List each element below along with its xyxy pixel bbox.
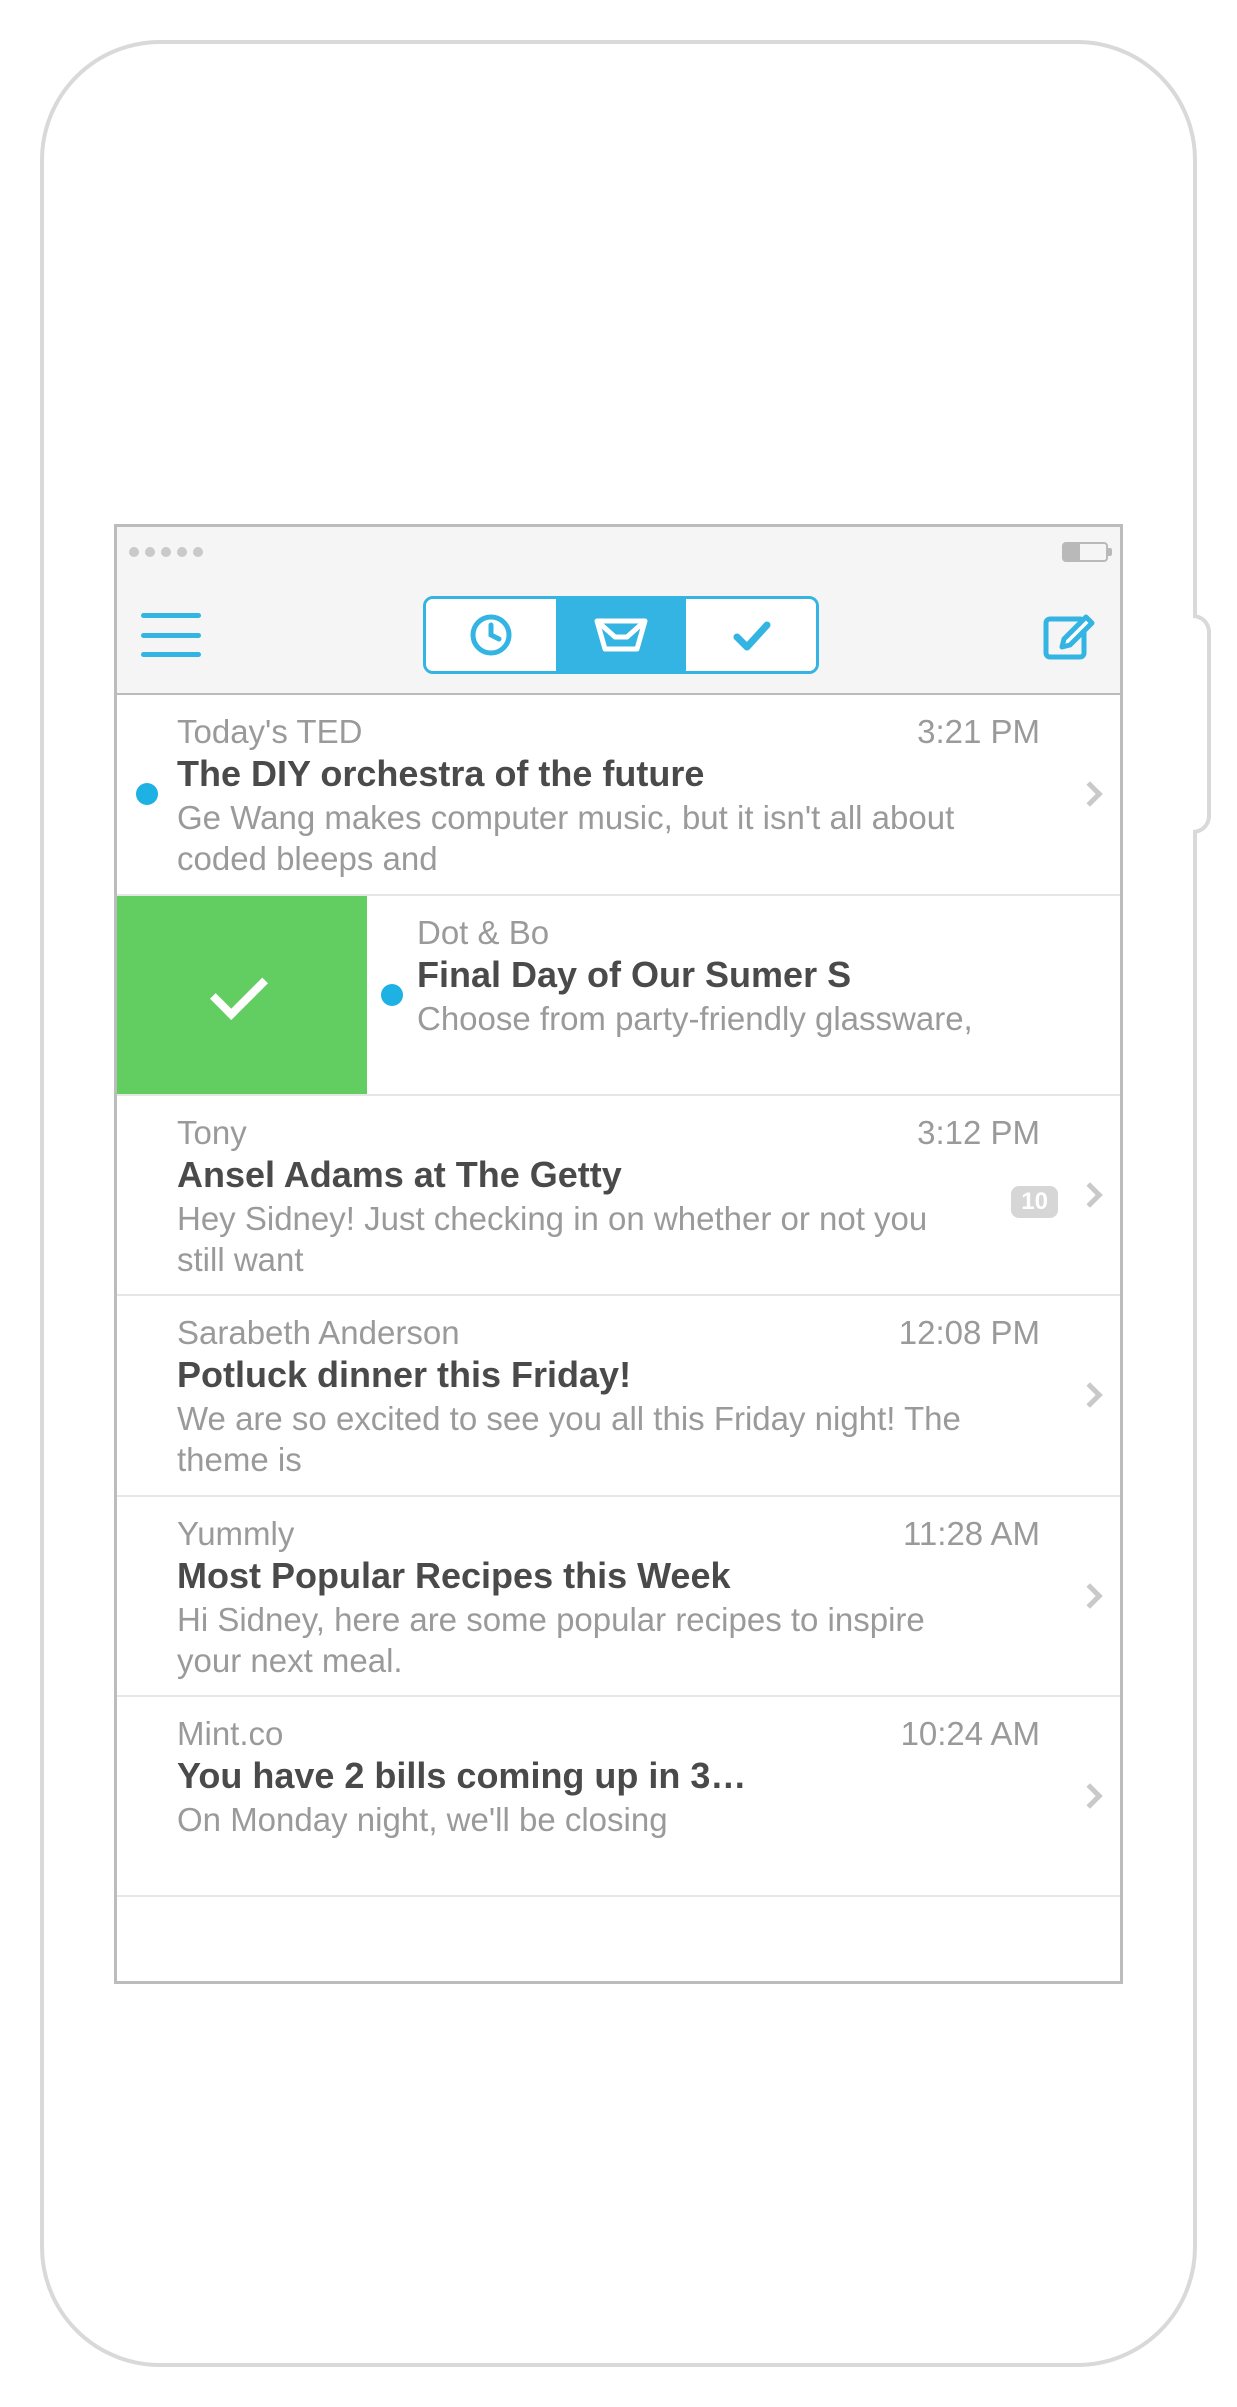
inbox-icon [593,611,649,659]
message-time: 10:24 AM [881,1715,1040,1753]
chevron-right-icon [1077,782,1102,807]
message-time: 3:12 PM [897,1114,1040,1152]
message-time: 11:28 AM [883,1515,1040,1553]
message-content: Today's TED 3:21 PM The DIY orchestra of… [177,695,1060,894]
segment-done[interactable] [686,599,816,671]
chevron-right-icon [1077,1182,1102,1207]
message-subject: Most Popular Recipes this Week [177,1555,1060,1597]
disclosure-col [1060,1096,1120,1295]
message-sender: Tony [177,1114,247,1152]
message-subject: Potluck dinner this Friday! [177,1354,1060,1396]
message-preview: Ge Wang makes computer music, but it isn… [177,797,1060,880]
menu-button[interactable] [141,613,201,657]
message-time: 3:21 PM [897,713,1040,751]
app-screen: Today's TED 3:21 PM The DIY orchestra of… [114,524,1123,1984]
message-row[interactable]: Tony 3:12 PM Ansel Adams at The Getty He… [117,1096,1120,1297]
message-row[interactable]: Yummly 11:28 AM Most Popular Recipes thi… [117,1497,1120,1698]
message-content: Mint.co 10:24 AM You have 2 bills coming… [177,1697,1060,1895]
message-subject: Ansel Adams at The Getty [177,1154,1060,1196]
clock-icon [467,611,515,659]
unread-indicator-col [367,896,417,1094]
compose-button[interactable] [1040,607,1096,663]
disclosure-col [1060,1497,1120,1696]
phone-frame: Today's TED 3:21 PM The DIY orchestra of… [40,40,1197,2367]
message-sender: Mint.co [177,1715,283,1753]
message-preview: On Monday night, we'll be closing [177,1799,1060,1840]
disclosure-col [1060,695,1120,894]
battery-fill [1064,544,1080,560]
battery-icon [1062,542,1108,562]
message-preview: We are so excited to see you all this Fr… [177,1398,1060,1481]
message-subject: You have 2 bills coming up in 3… [177,1755,1060,1797]
segmented-control [423,596,819,674]
disclosure-col [1060,1296,1120,1495]
chevron-right-icon [1077,1383,1102,1408]
message-content: Yummly 11:28 AM Most Popular Recipes thi… [177,1497,1060,1696]
unread-indicator-col [117,1296,177,1495]
message-sender: Today's TED [177,713,362,751]
message-preview: Hi Sidney, here are some popular recipes… [177,1599,1060,1682]
unread-dot-icon [136,783,158,805]
chevron-right-icon [1077,1783,1102,1808]
message-subject: Final Day of Our Sumer S [417,954,1120,996]
message-content: Dot & Bo Final Day of Our Sumer S Choose… [417,896,1120,1094]
message-content: Tony 3:12 PM Ansel Adams at The Getty He… [177,1096,1060,1295]
message-time: 12:08 PM [879,1314,1040,1352]
disclosure-col [1060,1697,1120,1895]
message-list: Today's TED 3:21 PM The DIY orchestra of… [117,695,1120,1897]
check-icon [727,611,775,659]
message-sender: Yummly [177,1515,294,1553]
count-badge: 10 [1011,1186,1058,1218]
status-bar [117,527,1120,577]
message-row[interactable]: Sarabeth Anderson 12:08 PM Potluck dinne… [117,1296,1120,1497]
message-sender: Sarabeth Anderson [177,1314,460,1352]
unread-indicator-col [117,695,177,894]
unread-dot-icon [381,984,403,1006]
segment-later[interactable] [426,599,556,671]
unread-indicator-col [117,1497,177,1696]
unread-indicator-col [117,1697,177,1895]
chevron-right-icon [1077,1583,1102,1608]
message-subject: The DIY orchestra of the future [177,753,1060,795]
unread-indicator-col [117,1096,177,1295]
message-preview: Hey Sidney! Just checking in on whether … [177,1198,1060,1281]
check-icon [212,973,272,1017]
swipe-archive-action[interactable] [117,896,367,1094]
message-row[interactable]: Dot & Bo Final Day of Our Sumer S Choose… [117,896,1120,1096]
message-preview: Choose from party-friendly glassware, [417,998,1120,1039]
nav-bar [117,577,1120,695]
message-row[interactable]: Mint.co 10:24 AM You have 2 bills coming… [117,1697,1120,1897]
phone-side-button [1193,614,1211,834]
message-row[interactable]: Today's TED 3:21 PM The DIY orchestra of… [117,695,1120,896]
segment-inbox[interactable] [556,599,686,671]
message-content: Sarabeth Anderson 12:08 PM Potluck dinne… [177,1296,1060,1495]
signal-dots-icon [129,547,203,557]
message-sender: Dot & Bo [417,914,549,952]
